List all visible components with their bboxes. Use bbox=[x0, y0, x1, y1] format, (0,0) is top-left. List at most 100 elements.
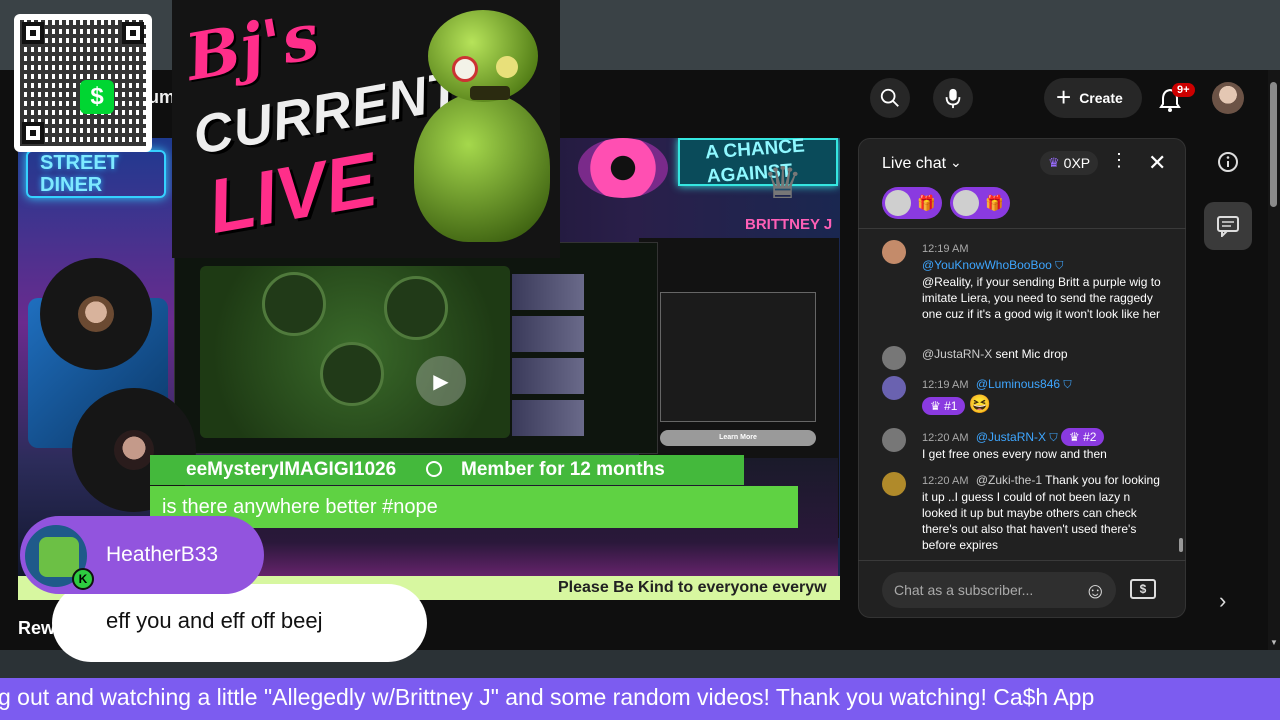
chat-scrollbar-thumb[interactable] bbox=[1179, 538, 1183, 552]
verified-icon bbox=[426, 461, 442, 477]
thumbnail bbox=[512, 316, 584, 352]
chat-message: 12:19 AM @YouKnowWhoBooBoo ⛉ @Reality, i… bbox=[882, 240, 1162, 322]
chat-timestamp: 12:19 AM bbox=[922, 379, 969, 391]
chat-timestamp: 12:20 AM bbox=[922, 432, 969, 444]
gift-pill[interactable]: 🎁 bbox=[882, 187, 942, 219]
page-scrollbar-thumb[interactable] bbox=[1270, 82, 1277, 207]
rank-label: #2 bbox=[1083, 430, 1097, 444]
chat-divider bbox=[858, 228, 1186, 229]
xp-badge[interactable]: ♛ 0XP bbox=[1040, 151, 1099, 175]
gummy-bear-body bbox=[414, 92, 550, 242]
chat-text: I get free ones every now and then bbox=[922, 447, 1107, 461]
gifter-avatar bbox=[953, 190, 979, 216]
chat-author[interactable]: @Zuki-the-1 bbox=[976, 473, 1042, 487]
close-chat-icon[interactable]: ✕ bbox=[1148, 150, 1166, 176]
rank-badge: ♛ #1 bbox=[922, 397, 966, 415]
rank-label: #1 bbox=[944, 399, 958, 413]
qr-finder bbox=[122, 22, 144, 44]
chevron-right-icon[interactable]: › bbox=[1219, 588, 1226, 614]
create-button[interactable]: + Create bbox=[1044, 78, 1142, 118]
gift-icon: 🎁 bbox=[917, 195, 936, 212]
avatar bbox=[882, 376, 906, 400]
shared-video-circle bbox=[384, 276, 448, 340]
thumbnail bbox=[512, 358, 584, 394]
brittney-sign: BRITTNEY J bbox=[745, 216, 833, 233]
avatar bbox=[882, 240, 906, 264]
gummy-bear-eye bbox=[496, 56, 518, 78]
chat-input-placeholder: Chat as a subscriber... bbox=[894, 582, 1034, 598]
shared-thumbnails bbox=[512, 274, 587, 454]
more-options-icon[interactable]: ⋮ bbox=[1110, 150, 1128, 171]
notification-count-badge: 9+ bbox=[1172, 83, 1195, 97]
voice-search-button[interactable] bbox=[933, 78, 973, 118]
gummy-bear-eye bbox=[452, 56, 478, 82]
cashapp-qr-code: $ bbox=[14, 14, 152, 152]
shared-video-circle bbox=[320, 342, 384, 406]
chat-overlay-message: eff you and eff off beej bbox=[106, 608, 323, 633]
super-chat-icon[interactable]: $ bbox=[1130, 579, 1156, 599]
streamer-face bbox=[78, 296, 114, 332]
crown-icon: ♛ bbox=[1048, 155, 1060, 170]
thumbnail bbox=[512, 400, 584, 436]
create-label: Create bbox=[1079, 90, 1123, 106]
bottom-ticker-text: g out and watching a little "Allegedly w… bbox=[0, 684, 1095, 710]
ad-card bbox=[660, 292, 816, 422]
chat-text: sent Mic drop bbox=[995, 347, 1068, 361]
avatar bbox=[882, 472, 906, 496]
thumbnail bbox=[512, 274, 584, 310]
crown-icon: ♛ bbox=[763, 159, 803, 208]
live-chat-title[interactable]: Live chat bbox=[882, 155, 946, 173]
chat-text: @Reality, if your sending Britt a purple… bbox=[922, 275, 1161, 321]
qr-finder bbox=[22, 122, 44, 144]
plus-icon: + bbox=[1056, 81, 1072, 112]
avatar bbox=[882, 346, 906, 370]
xp-value: 0XP bbox=[1063, 155, 1091, 171]
chevron-down-icon[interactable]: ⌄ bbox=[950, 154, 962, 171]
streamer-cam bbox=[40, 258, 152, 370]
stream-logo: Bj's CURRENT LIVE bbox=[172, 0, 560, 258]
qr-finder bbox=[22, 22, 44, 44]
chat-message: 12:20 AM @Zuki-the-1 Thank you for looki… bbox=[882, 472, 1162, 553]
search-icon bbox=[880, 88, 899, 107]
info-button[interactable] bbox=[1204, 138, 1252, 186]
rank-badge: ♛ #2 bbox=[1060, 428, 1105, 446]
chat-overlay-username: HeatherB33 bbox=[106, 543, 219, 566]
channel-title: um bbox=[148, 87, 175, 107]
gummy-bear-mouth bbox=[470, 86, 510, 100]
cashapp-icon: $ bbox=[80, 80, 114, 114]
gummy-bear-icon bbox=[410, 4, 552, 250]
shared-video-circle bbox=[262, 272, 326, 336]
member-shield-icon: ⛉ bbox=[1063, 379, 1072, 391]
chat-input-divider bbox=[858, 560, 1186, 561]
chat-author[interactable]: @Luminous846 bbox=[976, 377, 1060, 391]
info-icon bbox=[1218, 152, 1238, 172]
avatar bbox=[882, 428, 906, 452]
play-icon: ▶ bbox=[416, 356, 466, 406]
emoji-icon[interactable]: ☺ bbox=[1084, 578, 1106, 604]
kick-badge-icon: K bbox=[72, 568, 94, 590]
chat-message: @JustaRN-X sent Mic drop bbox=[882, 346, 1162, 370]
chat-timestamp: 12:19 AM bbox=[922, 243, 969, 255]
search-button[interactable] bbox=[870, 78, 910, 118]
robot-avatar-icon bbox=[39, 537, 79, 577]
learn-more-button[interactable]: Learn More bbox=[660, 430, 816, 446]
diner-sign-text: STREET DINER bbox=[40, 152, 119, 196]
chat-toggle-button[interactable] bbox=[1204, 202, 1252, 250]
rewards-label: Rew bbox=[18, 618, 56, 638]
gifter-avatar bbox=[885, 190, 911, 216]
chat-timestamp: 12:20 AM bbox=[922, 475, 969, 487]
scroll-down-arrow-icon[interactable]: ▼ bbox=[1269, 638, 1279, 648]
gift-icon: 🎁 bbox=[985, 195, 1004, 212]
donut-sign bbox=[578, 138, 668, 198]
logo-bjs: Bj's bbox=[180, 0, 325, 96]
gift-pill[interactable]: 🎁 bbox=[950, 187, 1010, 219]
member-shield-icon: ⛉ bbox=[1049, 432, 1058, 444]
guest-face bbox=[114, 430, 154, 470]
chat-bubble-icon bbox=[1217, 216, 1239, 237]
chat-author[interactable]: @JustaRN-X bbox=[976, 430, 1046, 444]
chat-author[interactable]: @JustaRN-X bbox=[922, 347, 992, 361]
microphone-icon bbox=[945, 88, 961, 109]
inner-ticker-text: Please Be Kind to everyone everyw bbox=[558, 579, 827, 596]
chat-author[interactable]: @YouKnowWhoBooBoo bbox=[922, 258, 1052, 272]
account-avatar[interactable] bbox=[1212, 82, 1244, 114]
